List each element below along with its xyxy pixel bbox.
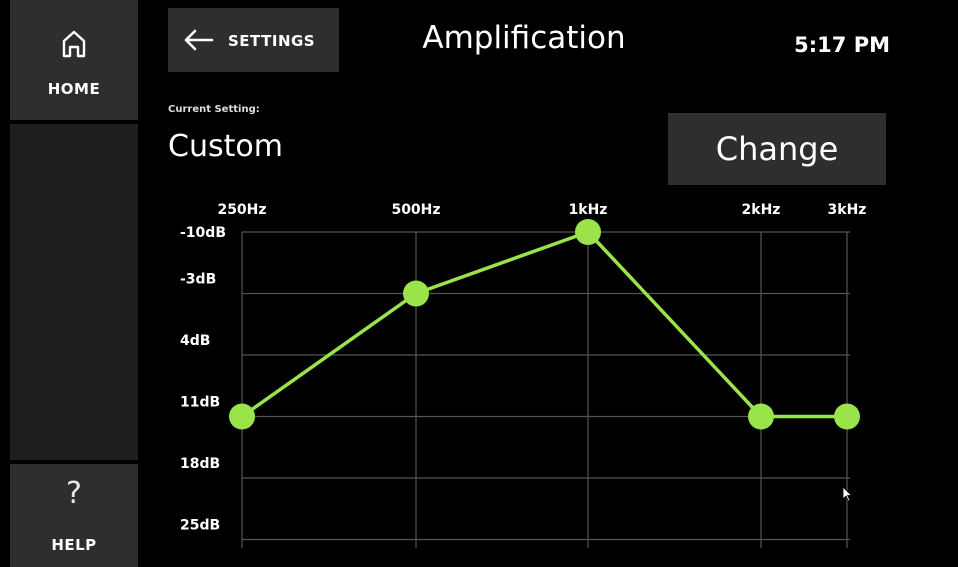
amplification-series [229,219,860,430]
y-tick-label: -10dB [180,225,226,241]
y-tick-label: 18dB [180,456,220,472]
x-tick-label: 500Hz [391,202,440,218]
data-point-handle [575,219,601,245]
series-line [240,230,847,419]
x-tick-label: 2kHz [742,202,781,218]
y-tick-label: 25dB [180,518,220,534]
data-point-handle [229,403,255,430]
data-point-handle [834,403,860,430]
mouse-cursor-icon [842,486,853,502]
data-point-handle [403,280,429,307]
y-tick-label: 4dB [180,333,210,349]
chart-grid [241,231,850,548]
x-tick-label: 1kHz [569,202,608,218]
x-tick-label: 250Hz [217,202,266,218]
data-point-handle [748,403,774,430]
y-tick-label: 11dB [180,395,220,411]
amplification-chart: 250Hz 500Hz 1kHz 2kHz 3kHz -10dB -3dB 4dB 11dB 1… [180,202,866,548]
y-tick-label: -3dB [180,272,216,288]
x-axis-labels: 250Hz 500Hz 1kHz 2kHz 3kHz [217,202,866,218]
x-tick-label: 3kHz [828,202,867,218]
y-axis-labels: -10dB -3dB 4dB 11dB 18dB 25dB [180,225,226,534]
